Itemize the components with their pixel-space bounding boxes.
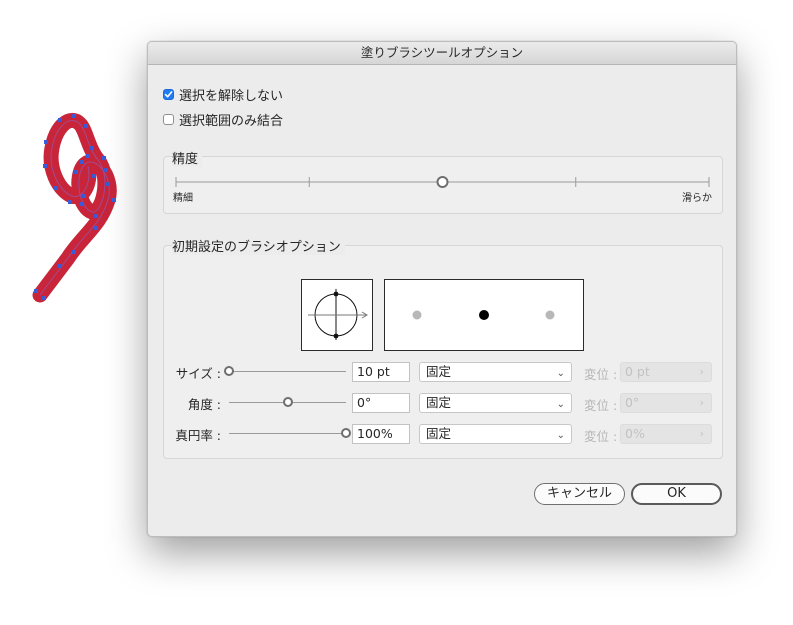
anchor-point[interactable] xyxy=(43,164,47,168)
anchor-point[interactable] xyxy=(102,156,106,160)
merge-only-selection-label: 選択範囲のみ結合 xyxy=(179,113,284,129)
size-slider-knob[interactable] xyxy=(224,366,234,376)
anchor-point[interactable] xyxy=(74,170,78,174)
merge-only-selection-option[interactable]: 選択範囲のみ結合 xyxy=(163,111,284,129)
anchor-point[interactable] xyxy=(44,140,48,144)
chevron-down-icon: ⌄ xyxy=(556,368,565,379)
anchor-point[interactable] xyxy=(34,289,38,293)
angle-mode-select[interactable]: 固定 ⌄ xyxy=(419,393,572,413)
chevron-right-icon: › xyxy=(699,427,704,440)
keep-selected-option[interactable]: 選択を解除しない xyxy=(163,86,284,104)
size-mode-value: 固定 xyxy=(426,364,452,379)
brush-variation-preview xyxy=(384,279,584,351)
roundness-slider-track[interactable] xyxy=(229,433,346,434)
angle-variation-input[interactable]: 0° › xyxy=(620,393,712,413)
variation-dot-max xyxy=(545,310,555,320)
cancel-button[interactable]: キャンセル xyxy=(534,483,625,505)
angle-label: 角度 : xyxy=(187,397,221,412)
roundness-variation-input[interactable]: 0% › xyxy=(620,424,712,444)
anchor-point[interactable] xyxy=(68,200,72,204)
ok-button[interactable]: OK xyxy=(631,483,722,505)
dialog-title: 塗りブラシツールオプション xyxy=(148,42,736,65)
roundness-mode-select[interactable]: 固定 ⌄ xyxy=(419,424,572,444)
size-variation-label: 変位 : xyxy=(584,367,618,382)
angle-slider-knob[interactable] xyxy=(282,397,293,407)
brush-angle-icon xyxy=(308,289,368,340)
anchor-point[interactable] xyxy=(54,186,58,190)
anchor-point[interactable] xyxy=(84,124,88,128)
roundness-variation-label: 変位 : xyxy=(584,429,618,444)
angle-mode-value: 固定 xyxy=(426,395,452,410)
anchor-point[interactable] xyxy=(82,194,86,198)
chevron-right-icon: › xyxy=(699,365,704,378)
fidelity-group-label: 精度 xyxy=(172,148,203,167)
size-variation-input[interactable]: 0 pt › xyxy=(620,362,712,382)
paintbrush-options-dialog: 塗りブラシツールオプション 選択を解除しない 選択範囲のみ結合 精度 精細 滑ら… xyxy=(147,41,737,537)
anchor-point[interactable] xyxy=(90,146,94,150)
roundness-mode-value: 固定 xyxy=(426,426,452,441)
size-input[interactable]: 10 pt xyxy=(352,362,410,382)
anchor-point[interactable] xyxy=(72,250,76,254)
variation-dot-current xyxy=(479,310,489,320)
brush-shape-preview[interactable] xyxy=(301,279,373,351)
brush-defaults-group-label: 初期設定のブラシオプション xyxy=(172,236,345,255)
anchor-point[interactable] xyxy=(58,118,62,122)
fidelity-slider-knob[interactable] xyxy=(436,176,449,188)
angle-input[interactable]: 0° xyxy=(352,393,410,413)
chevron-down-icon: ⌄ xyxy=(556,430,565,441)
chevron-down-icon: ⌄ xyxy=(556,399,565,410)
size-slider-track[interactable] xyxy=(229,371,346,372)
anchor-point[interactable] xyxy=(106,182,110,186)
roundness-slider-knob[interactable] xyxy=(341,428,351,438)
anchor-point[interactable] xyxy=(94,226,98,230)
anchor-point[interactable] xyxy=(94,214,98,218)
roundness-label: 真円率 : xyxy=(175,428,221,443)
keep-selected-label: 選択を解除しない xyxy=(179,88,284,104)
anchor-point[interactable] xyxy=(112,198,116,202)
variation-dot-min xyxy=(412,310,422,320)
roundness-input[interactable]: 100% xyxy=(352,424,410,444)
fidelity-right-label: 滑らか xyxy=(682,193,712,204)
anchor-point[interactable] xyxy=(42,296,46,300)
brush-stroke-artwork xyxy=(32,113,117,303)
anchor-point[interactable] xyxy=(58,264,62,268)
size-label: サイズ : xyxy=(175,366,221,381)
size-variation-value: 0 pt xyxy=(625,364,650,379)
merge-only-selection-checkbox[interactable] xyxy=(163,113,174,125)
fidelity-slider[interactable] xyxy=(174,174,714,190)
anchor-point[interactable] xyxy=(86,154,90,158)
anchor-point[interactable] xyxy=(80,202,84,206)
anchor-point[interactable] xyxy=(72,114,76,118)
anchor-point[interactable] xyxy=(92,174,96,178)
brush-variation-dots xyxy=(412,310,555,320)
keep-selected-checkbox[interactable] xyxy=(163,88,174,100)
fidelity-left-label: 精細 xyxy=(173,193,193,204)
anchor-point[interactable] xyxy=(104,168,108,172)
checkmark-icon xyxy=(164,90,173,97)
roundness-variation-value: 0% xyxy=(625,426,645,441)
chevron-right-icon: › xyxy=(699,396,704,409)
angle-variation-value: 0° xyxy=(625,395,640,410)
angle-variation-label: 変位 : xyxy=(584,398,618,413)
anchor-point[interactable] xyxy=(80,160,84,164)
size-mode-select[interactable]: 固定 ⌄ xyxy=(419,362,572,382)
